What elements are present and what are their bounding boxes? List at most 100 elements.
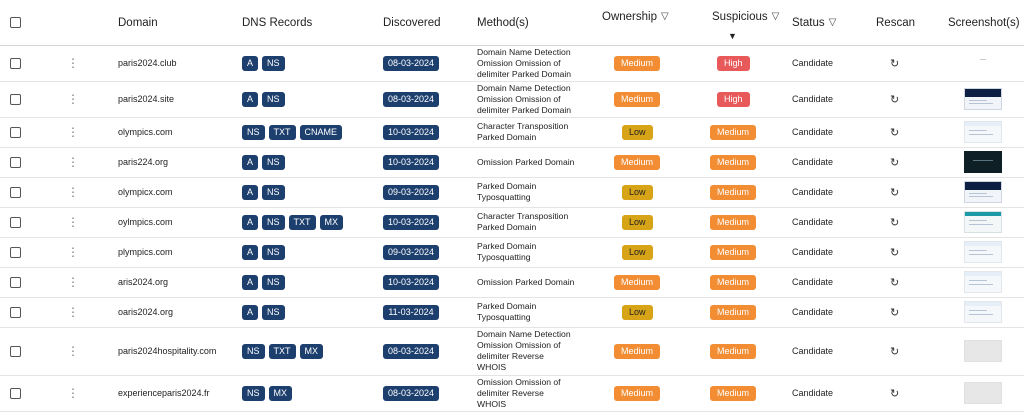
- row-checkbox[interactable]: [10, 126, 21, 138]
- screenshot-cell[interactable]: [964, 207, 1002, 237]
- table-row[interactable]: ⋮ paris2024.site A NS 08-03-2024 Domain Name …: [0, 81, 1024, 118]
- screenshot-thumbnail[interactable]: [964, 52, 1002, 74]
- kebab-menu-icon[interactable]: ⋮: [67, 186, 79, 198]
- screenshot-cell[interactable]: [964, 267, 1002, 297]
- row-checkbox[interactable]: [10, 57, 21, 69]
- table-row[interactable]: ⋮ oaris2024.org A NS 11-03-2024 Parked Domain…: [0, 297, 1024, 328]
- table-row[interactable]: ⋮ olympics.com NS TXT CNAME 10-03-2024 Charact…: [0, 117, 1024, 148]
- row-menu[interactable]: ⋮: [67, 177, 79, 207]
- rescan-icon[interactable]: ↻: [890, 126, 899, 139]
- table-row[interactable]: ⋮ plympics.com A NS 09-03-2024 Parked Domain T…: [0, 237, 1024, 268]
- row-checkbox[interactable]: [10, 387, 21, 399]
- row-select[interactable]: [10, 177, 21, 207]
- screenshot-cell[interactable]: [964, 147, 1002, 177]
- row-menu[interactable]: ⋮: [67, 327, 79, 375]
- rescan-icon[interactable]: ↻: [890, 276, 899, 289]
- domain-name[interactable]: paris2024hospitality.com: [118, 327, 216, 375]
- screenshot-cell[interactable]: [964, 237, 1002, 267]
- domain-name[interactable]: olympics.com: [118, 117, 173, 147]
- screenshot-cell[interactable]: [964, 297, 1002, 327]
- row-menu[interactable]: ⋮: [67, 297, 79, 327]
- screenshot-thumbnail[interactable]: [964, 121, 1002, 143]
- header-domain[interactable]: Domain: [118, 0, 158, 45]
- kebab-menu-icon[interactable]: ⋮: [67, 93, 79, 105]
- domain-name[interactable]: paris224.org: [118, 147, 168, 177]
- kebab-menu-icon[interactable]: ⋮: [67, 57, 79, 69]
- rescan-icon[interactable]: ↻: [890, 387, 899, 400]
- screenshot-thumbnail[interactable]: [964, 271, 1002, 293]
- screenshot-cell[interactable]: [964, 177, 1002, 207]
- header-discovered[interactable]: Discovered: [383, 0, 441, 45]
- table-row[interactable]: ⋮ paris2024hospitality.com NS TXT MX 08-03-20…: [0, 327, 1024, 376]
- screenshot-thumbnail[interactable]: [964, 241, 1002, 263]
- row-select[interactable]: [10, 237, 21, 267]
- domain-name[interactable]: experienceparis2024.fr: [118, 375, 210, 411]
- rescan-cell[interactable]: ↻: [890, 81, 899, 117]
- row-menu[interactable]: ⋮: [67, 267, 79, 297]
- rescan-cell[interactable]: ↻: [890, 267, 899, 297]
- domain-name[interactable]: oylmpics.com: [118, 207, 173, 237]
- row-menu[interactable]: ⋮: [67, 81, 79, 117]
- screenshot-cell[interactable]: [964, 81, 1002, 117]
- row-select[interactable]: [10, 267, 21, 297]
- screenshot-thumbnail[interactable]: [964, 340, 1002, 362]
- row-select[interactable]: [10, 327, 21, 375]
- row-select[interactable]: [10, 207, 21, 237]
- filter-icon[interactable]: ▽: [829, 17, 837, 28]
- table-row[interactable]: ⋮ experienceparis2024.fr NS MX 08-03-2024 Omi…: [0, 375, 1024, 412]
- rescan-cell[interactable]: ↻: [890, 297, 899, 327]
- kebab-menu-icon[interactable]: ⋮: [67, 246, 79, 258]
- rescan-cell[interactable]: ↻: [890, 177, 899, 207]
- domain-name[interactable]: olympicx.com: [118, 177, 173, 207]
- table-row[interactable]: ⋮ aris2024.org A NS 10-03-2024 Omission Parke…: [0, 267, 1024, 298]
- rescan-cell[interactable]: ↻: [890, 237, 899, 267]
- screenshot-thumbnail[interactable]: [964, 211, 1002, 233]
- rescan-icon[interactable]: ↻: [890, 57, 899, 70]
- row-menu[interactable]: ⋮: [67, 207, 79, 237]
- kebab-menu-icon[interactable]: ⋮: [67, 216, 79, 228]
- row-checkbox[interactable]: [10, 246, 21, 258]
- header-suspicious[interactable]: Suspicious ▽: [712, 0, 779, 39]
- domain-name[interactable]: plympics.com: [118, 237, 173, 267]
- header-dns-records[interactable]: DNS Records: [242, 0, 312, 45]
- row-select[interactable]: [10, 375, 21, 411]
- table-row[interactable]: ⋮ paris2024.club A NS 08-03-2024 Domain Name …: [0, 45, 1024, 82]
- domain-name[interactable]: oaris2024.org: [118, 297, 173, 327]
- rescan-icon[interactable]: ↻: [890, 216, 899, 229]
- sort-descending-icon[interactable]: ▼: [728, 31, 737, 41]
- kebab-menu-icon[interactable]: ⋮: [67, 156, 79, 168]
- row-select[interactable]: [10, 147, 21, 177]
- header-methods[interactable]: Method(s): [477, 0, 529, 45]
- header-select-all[interactable]: [10, 0, 21, 45]
- row-checkbox[interactable]: [10, 186, 21, 198]
- rescan-cell[interactable]: ↻: [890, 117, 899, 147]
- rescan-icon[interactable]: ↻: [890, 306, 899, 319]
- row-menu[interactable]: ⋮: [67, 237, 79, 267]
- row-checkbox[interactable]: [10, 93, 21, 105]
- rescan-cell[interactable]: ↻: [890, 45, 899, 81]
- kebab-menu-icon[interactable]: ⋮: [67, 276, 79, 288]
- header-ownership[interactable]: Ownership ▽: [602, 0, 669, 39]
- row-menu[interactable]: ⋮: [67, 117, 79, 147]
- domain-name[interactable]: aris2024.org: [118, 267, 168, 297]
- screenshot-thumbnail[interactable]: [964, 181, 1002, 203]
- screenshot-thumbnail[interactable]: [964, 151, 1002, 173]
- rescan-cell[interactable]: ↻: [890, 375, 899, 411]
- row-menu[interactable]: ⋮: [67, 375, 79, 411]
- kebab-menu-icon[interactable]: ⋮: [67, 126, 79, 138]
- kebab-menu-icon[interactable]: ⋮: [67, 345, 79, 357]
- row-checkbox[interactable]: [10, 276, 21, 288]
- domain-name[interactable]: paris2024.site: [118, 81, 174, 117]
- select-all-checkbox[interactable]: [10, 17, 21, 28]
- kebab-menu-icon[interactable]: ⋮: [67, 306, 79, 318]
- row-select[interactable]: [10, 45, 21, 81]
- row-checkbox[interactable]: [10, 306, 21, 318]
- table-row[interactable]: ⋮ olympicx.com A NS 09-03-2024 Parked Domain T…: [0, 177, 1024, 208]
- filter-icon[interactable]: ▽: [661, 11, 669, 22]
- rescan-cell[interactable]: ↻: [890, 327, 899, 375]
- filter-icon[interactable]: ▽: [772, 11, 780, 22]
- table-row[interactable]: ⋮ paris224.org A NS 10-03-2024 Omission Parke…: [0, 147, 1024, 178]
- screenshot-cell[interactable]: [964, 45, 1002, 81]
- kebab-menu-icon[interactable]: ⋮: [67, 387, 79, 399]
- row-select[interactable]: [10, 297, 21, 327]
